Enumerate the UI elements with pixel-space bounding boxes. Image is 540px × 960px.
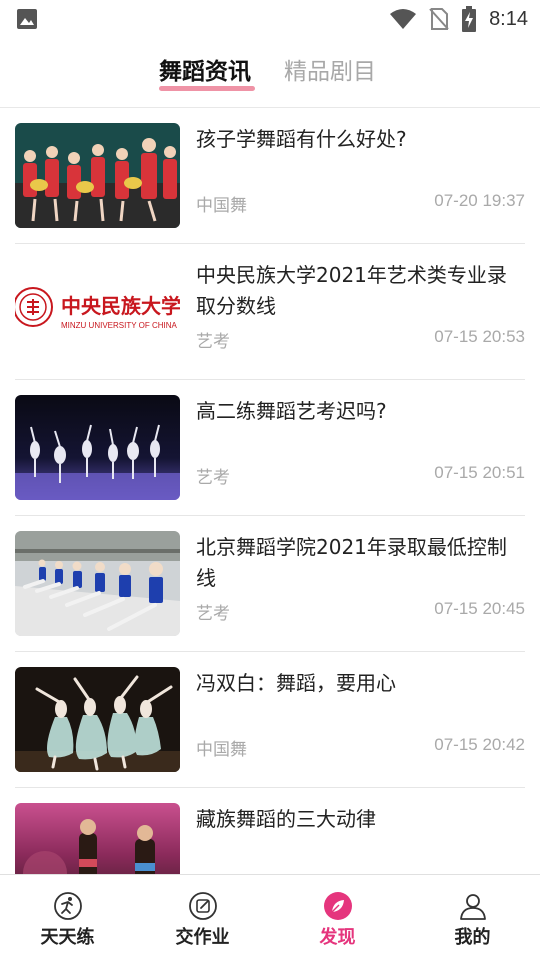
article-category: 艺考 (196, 604, 230, 624)
list-item[interactable]: 高二练舞蹈艺考迟吗? 艺考 07-15 20:51 (15, 380, 525, 516)
top-tabs: 舞蹈资讯 精品剧目 (0, 38, 540, 108)
article-title: 北京舞蹈学院2021年录取最低控制线 (196, 535, 507, 590)
status-icons: 8:14 (389, 4, 528, 34)
discover-icon (323, 892, 352, 920)
article-list[interactable]: 孩子学舞蹈有什么好处? 中国舞 07-20 19:37 中央民族大学 MINZU… (0, 108, 540, 874)
article-thumbnail (15, 531, 180, 636)
article-category: 中国舞 (196, 196, 247, 216)
nav-profile[interactable]: 我的 (405, 875, 540, 960)
status-bar: 8:14 (0, 0, 540, 38)
university-logo-text: 中央民族大学 (61, 294, 180, 318)
article-time: 07-20 19:37 (434, 191, 525, 210)
list-item[interactable]: 冯双白：舞蹈，要用心 中国舞 07-15 20:42 (15, 652, 525, 788)
article-title: 高二练舞蹈艺考迟吗? (196, 399, 387, 423)
article-thumbnail: 中央民族大学 MINZU UNIVERSITY OF CHINA (15, 259, 180, 364)
article-time: 07-15 20:53 (434, 327, 525, 346)
list-item[interactable]: 孩子学舞蹈有什么好处? 中国舞 07-20 19:37 (15, 108, 525, 244)
article-title: 孩子学舞蹈有什么好处? (196, 127, 407, 151)
article-thumbnail (15, 803, 180, 874)
article-title: 冯双白：舞蹈，要用心 (196, 671, 396, 695)
article-title: 中央民族大学2021年艺术类专业录取分数线 (196, 263, 507, 318)
article-thumbnail (15, 395, 180, 500)
image-notification-icon (17, 9, 37, 29)
no-sim-icon (429, 8, 449, 30)
active-tab-indicator (159, 86, 255, 91)
nav-label: 交作业 (175, 927, 230, 948)
battery-charging-icon (462, 6, 477, 32)
submit-homework-icon (188, 892, 217, 920)
nav-label: 发现 (319, 927, 356, 948)
nav-label: 天天练 (40, 927, 95, 948)
bottom-navigation: 天天练 交作业 发现 我的 (0, 874, 540, 960)
university-logo-subtext: MINZU UNIVERSITY OF CHINA (61, 321, 178, 330)
list-item[interactable]: 北京舞蹈学院2021年录取最低控制线 艺考 07-15 20:45 (15, 516, 525, 652)
list-item[interactable]: 中央民族大学 MINZU UNIVERSITY OF CHINA 中央民族大学2… (15, 244, 525, 380)
clock: 8:14 (489, 7, 528, 30)
article-category: 中国舞 (196, 740, 247, 760)
article-category: 艺考 (196, 332, 230, 352)
article-time: 07-15 20:42 (434, 735, 525, 754)
list-item[interactable]: 藏族舞蹈的三大动律 (15, 788, 525, 874)
wifi-icon (390, 9, 417, 29)
tab-featured-repertoire[interactable]: 精品剧目 (284, 52, 376, 86)
nav-submit-homework[interactable]: 交作业 (135, 875, 270, 960)
practice-icon (53, 892, 82, 920)
nav-practice[interactable]: 天天练 (0, 875, 135, 960)
article-category: 艺考 (196, 468, 230, 488)
tab-dance-news[interactable]: 舞蹈资讯 (159, 52, 251, 86)
article-time: 07-15 20:45 (434, 599, 525, 618)
profile-icon (459, 894, 486, 920)
article-time: 07-15 20:51 (434, 463, 525, 482)
article-title: 藏族舞蹈的三大动律 (196, 807, 376, 831)
nav-discover[interactable]: 发现 (270, 875, 405, 960)
article-thumbnail (15, 123, 180, 228)
nav-label: 我的 (454, 927, 491, 948)
article-thumbnail (15, 667, 180, 772)
